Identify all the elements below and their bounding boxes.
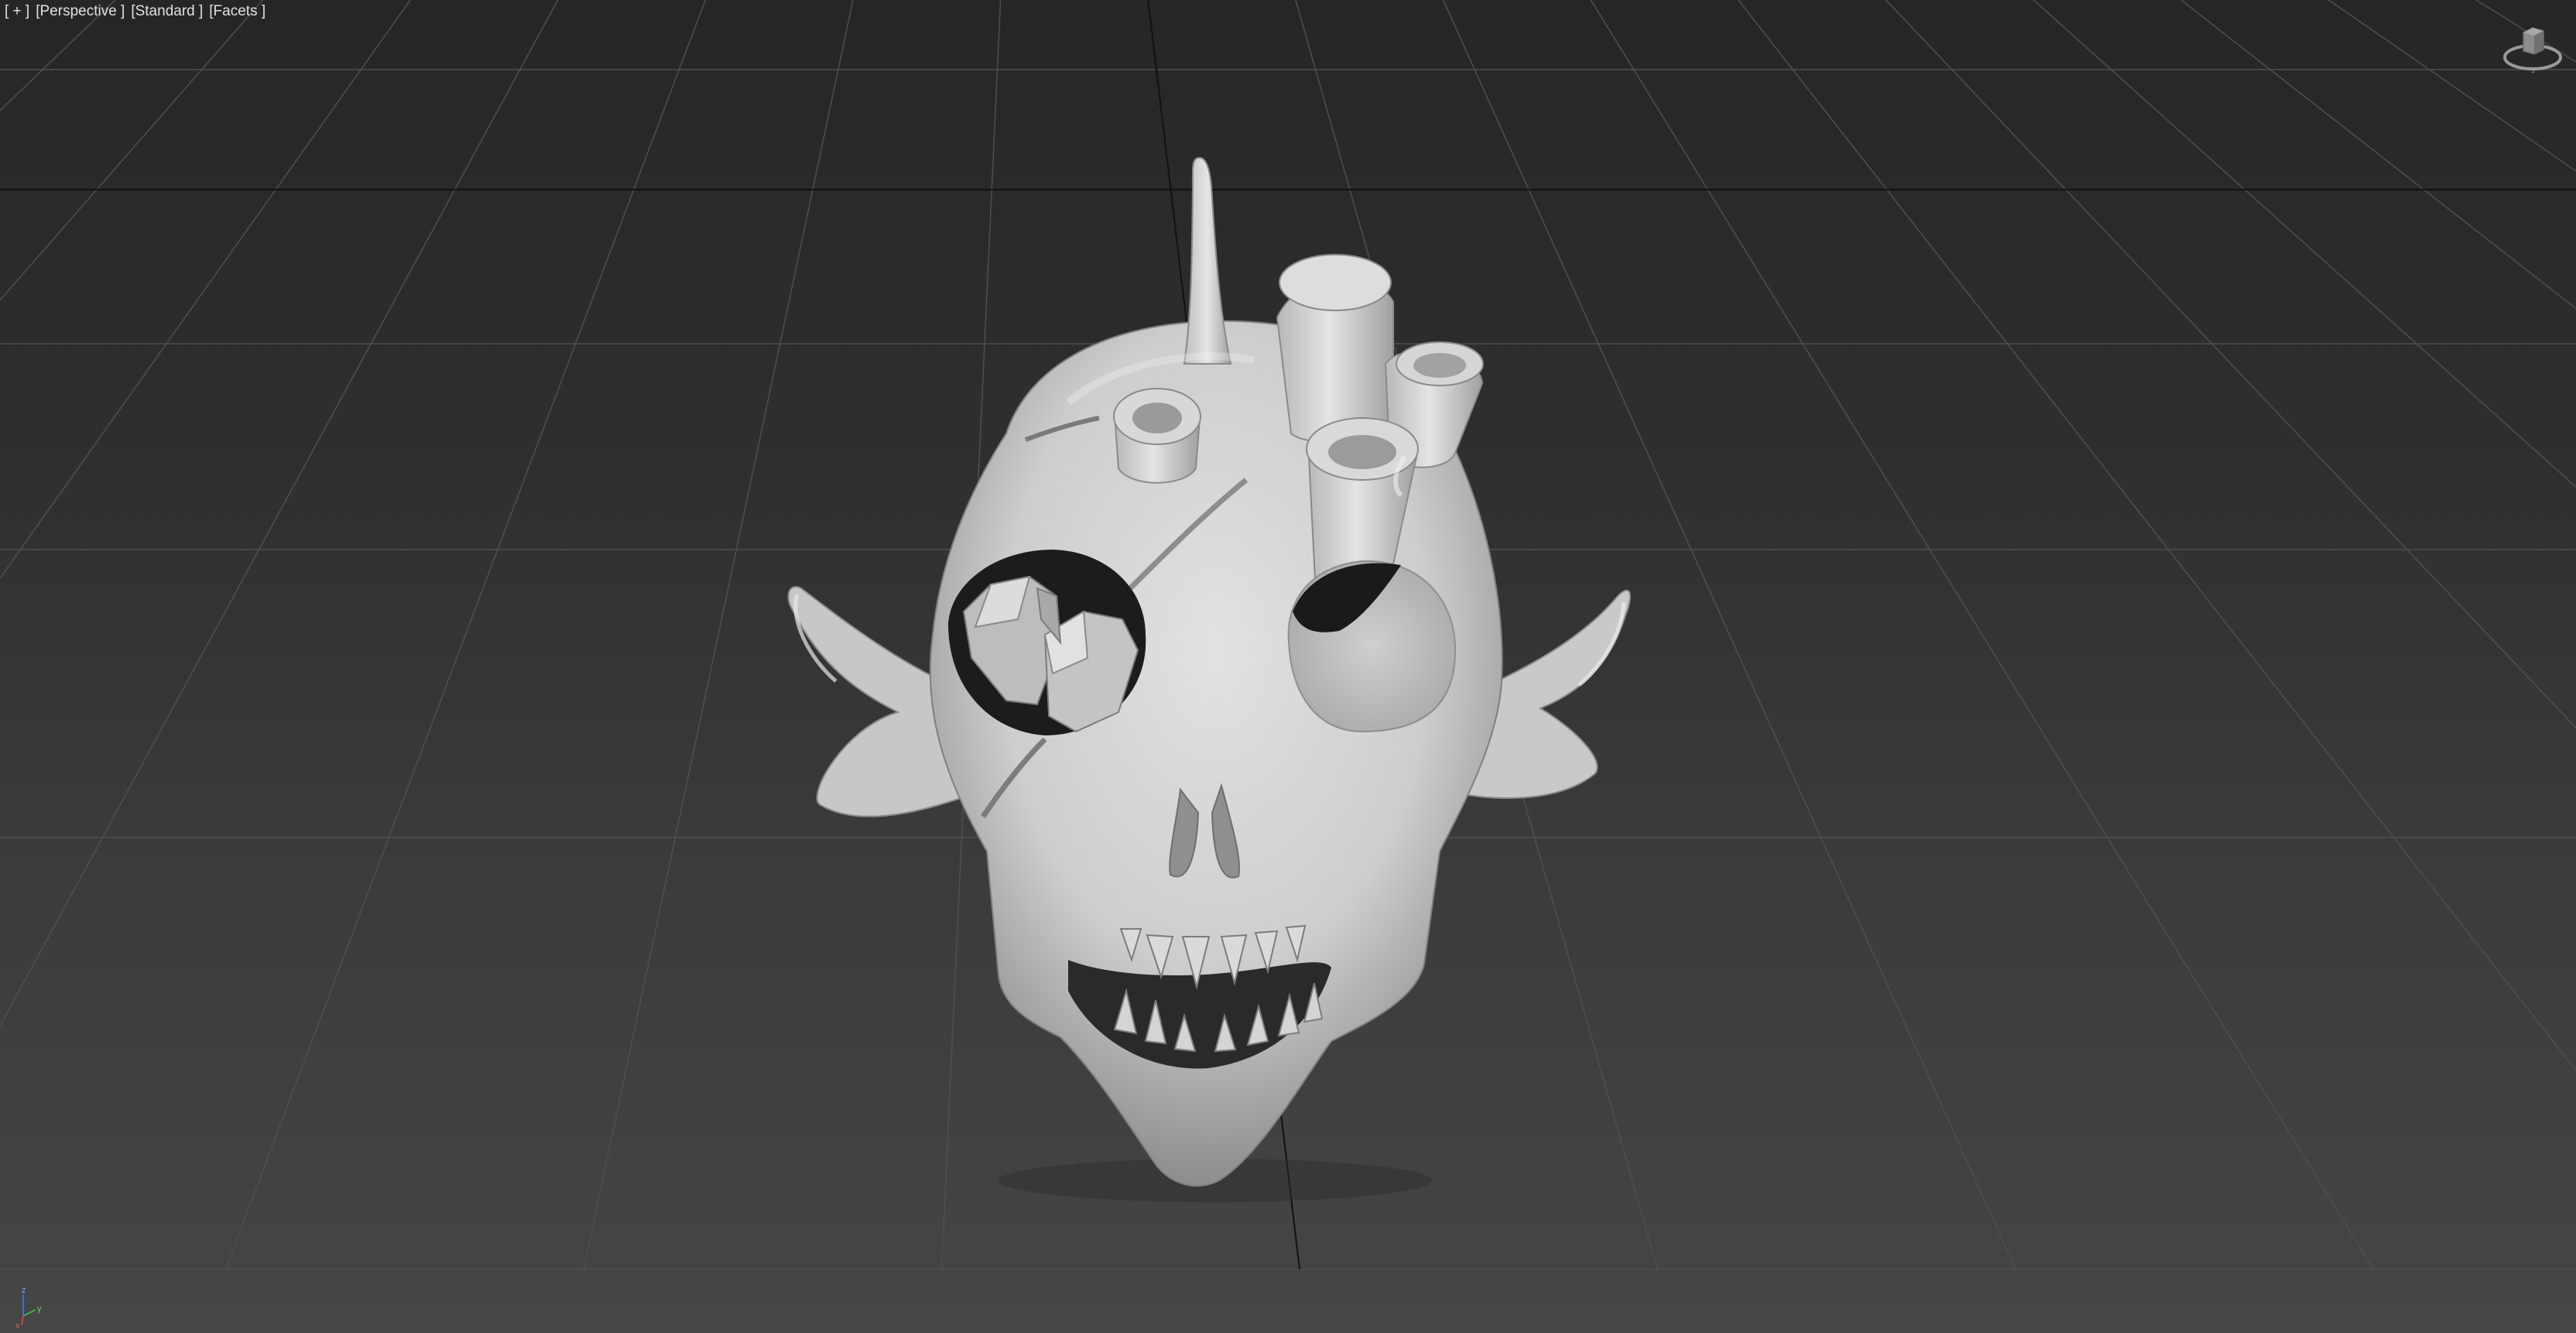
perspective-viewport[interactable]: [ + ] [Perspective ] [Standard ] [Facets… <box>0 0 2576 1333</box>
viewcube-compass-label: S <box>2530 67 2534 74</box>
left-top-tube <box>1113 388 1201 484</box>
axis-y-label: y <box>37 1304 42 1314</box>
axis-z-label: z <box>22 1286 26 1295</box>
skull-model[interactable] <box>0 0 2576 1333</box>
axis-x-label: x <box>15 1321 20 1330</box>
axis-tripod-icon: z y x <box>6 1283 53 1331</box>
right-eye-socket <box>1287 560 1457 733</box>
top-horn <box>1183 156 1232 365</box>
viewport-label-menu: [ + ] [Perspective ] [Standard ] [Facets… <box>5 2 265 22</box>
viewport-display-mode-menu[interactable]: [Facets ] <box>209 2 265 22</box>
viewport-general-menu[interactable]: [ + ] <box>5 2 29 22</box>
viewport-shading-style-menu[interactable]: [Standard ] <box>131 2 203 22</box>
viewcube-icon[interactable]: S <box>2500 22 2565 77</box>
viewport-point-of-view-menu[interactable]: [Perspective ] <box>36 2 125 22</box>
